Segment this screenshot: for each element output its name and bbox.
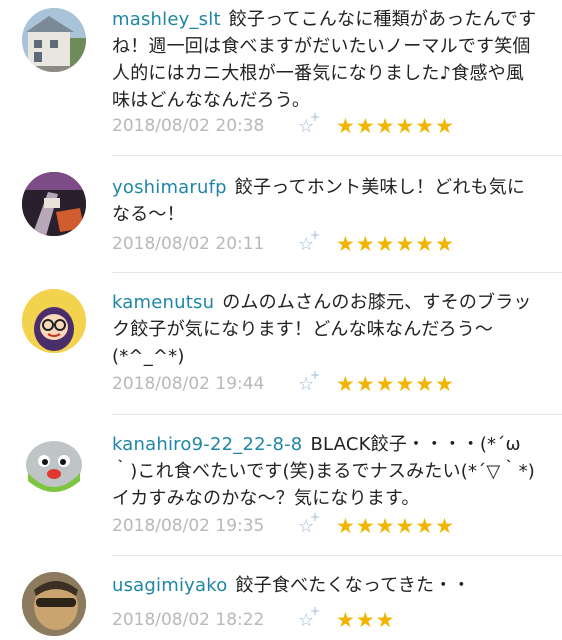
comment-body: mashley_slt 餃子ってこんなに種類があったんですね！週一回は食べますがだ… bbox=[112, 6, 542, 114]
timestamp: 2018/08/02 18:22 bbox=[112, 610, 265, 630]
avatar[interactable] bbox=[22, 289, 86, 353]
star-rating: ★★★★★★ bbox=[336, 114, 455, 138]
comment-item: mashley_slt 餃子ってこんなに種類があったんですね！週一回は食べますがだ… bbox=[0, 0, 562, 156]
username-link[interactable]: kanahiro9-22_22-8-8 bbox=[112, 434, 302, 455]
comment-body: kamenutsu のムのムさんのお膝元、すそのブラック餃子が気になります！どんな… bbox=[112, 289, 542, 370]
username-link[interactable]: yoshimarufp bbox=[112, 177, 227, 198]
avatar[interactable] bbox=[22, 572, 86, 636]
add-star-icon[interactable]: ☆ + bbox=[298, 604, 336, 631]
star-rating: ★★★★★★ bbox=[336, 232, 455, 256]
star-rating: ★★★★★★ bbox=[336, 514, 455, 538]
comment-body: yoshimarufp 餃子ってホント美味し！どれも気になる〜！ bbox=[112, 174, 542, 228]
comment-text: 餃子食べたくなってきた・・ bbox=[235, 575, 471, 596]
comment-body: kanahiro9-22_22-8-8 BLACK餃子・・・・(*´ω｀)これ食べ… bbox=[112, 431, 542, 512]
timestamp: 2018/08/02 20:11 bbox=[112, 234, 265, 254]
username-link[interactable]: mashley_slt bbox=[112, 9, 221, 30]
timestamp: 2018/08/02 19:44 bbox=[112, 374, 265, 394]
add-star-icon[interactable]: ☆ + bbox=[298, 510, 336, 537]
comment-item: usagimiyako 餃子食べたくなってきた・・ 2018/08/02 18:2… bbox=[0, 556, 562, 640]
comment-meta: 2018/08/02 20:38 ☆ + ★★★★★★ bbox=[112, 110, 455, 139]
avatar[interactable] bbox=[22, 172, 86, 236]
avatar[interactable] bbox=[22, 431, 86, 495]
username-link[interactable]: usagimiyako bbox=[112, 575, 227, 596]
timestamp: 2018/08/02 19:35 bbox=[112, 516, 265, 536]
add-star-icon[interactable]: ☆ + bbox=[298, 110, 336, 137]
comment-meta: 2018/08/02 20:11 ☆ + ★★★★★★ bbox=[112, 228, 455, 257]
comment-body: usagimiyako 餃子食べたくなってきた・・ bbox=[112, 572, 542, 599]
timestamp: 2018/08/02 20:38 bbox=[112, 116, 265, 136]
comment-meta: 2018/08/02 19:35 ☆ + ★★★★★★ bbox=[112, 510, 455, 539]
username-link[interactable]: kamenutsu bbox=[112, 292, 214, 313]
comment-item: kamenutsu のムのムさんのお膝元、すそのブラック餃子が気になります！どんな… bbox=[0, 273, 562, 415]
comment-meta: 2018/08/02 19:44 ☆ + ★★★★★★ bbox=[112, 368, 455, 397]
comment-item: kanahiro9-22_22-8-8 BLACK餃子・・・・(*´ω｀)これ食べ… bbox=[0, 415, 562, 556]
comment-meta: 2018/08/02 18:22 ☆ + ★★★ bbox=[112, 604, 396, 633]
star-rating: ★★★★★★ bbox=[336, 372, 455, 396]
comment-item: yoshimarufp 餃子ってホント美味し！どれも気になる〜！ 2018/08/… bbox=[0, 156, 562, 273]
add-star-icon[interactable]: ☆ + bbox=[298, 368, 336, 395]
add-star-icon[interactable]: ☆ + bbox=[298, 228, 336, 255]
star-rating: ★★★ bbox=[336, 608, 396, 632]
avatar[interactable] bbox=[22, 8, 86, 72]
